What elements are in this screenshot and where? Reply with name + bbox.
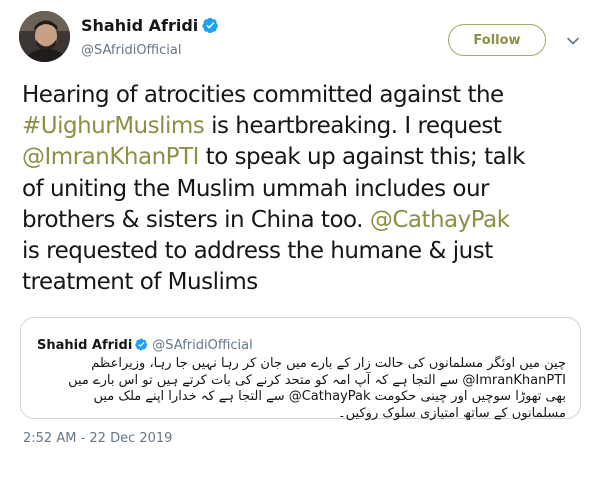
- tweet-line-7: treatment of Muslims: [22, 269, 258, 296]
- mention-link-imrankhanpti[interactable]: @ImranKhanPTI: [22, 144, 199, 170]
- quote-author-handle: @SAfridiOfficial: [152, 338, 253, 353]
- tweet-text: Hearing of atrocities committed against …: [22, 80, 592, 298]
- mention-link-cathaypak[interactable]: @CathayPak: [370, 207, 510, 233]
- quote-body-text: چین میں اوئگر مسلمانوں کی حالت زار کے با…: [68, 356, 566, 421]
- author-handle[interactable]: @SAfridiOfficial: [81, 43, 181, 58]
- quote-author-name: Shahid Afridi: [37, 338, 133, 353]
- avatar[interactable]: [19, 11, 70, 62]
- tweet-line-2: is heartbreaking. I request: [204, 113, 502, 140]
- tweet-timestamp[interactable]: 2:52 AM - 22 Dec 2019: [23, 431, 172, 446]
- follow-button[interactable]: Follow: [448, 24, 546, 56]
- verified-badge-icon: [135, 338, 148, 351]
- verified-badge-icon: [202, 17, 219, 34]
- avatar-photo: [19, 11, 70, 62]
- tweet-line-3: to speak up against this; talk: [198, 144, 526, 171]
- tweet-line-5: brothers & sisters in China too.: [22, 206, 370, 233]
- tweet-line-4: of uniting the Muslim ummah includes our: [22, 175, 489, 202]
- tweet-line-6: is requested to address the humane & jus…: [22, 238, 493, 265]
- quote-header: Shahid Afridi @SAfridiOfficial: [37, 338, 253, 353]
- quoted-tweet-card[interactable]: Shahid Afridi @SAfridiOfficial چین میں او…: [20, 317, 581, 421]
- hashtag-link[interactable]: #UighurMuslims: [22, 113, 205, 139]
- author-name[interactable]: Shahid Afridi: [81, 16, 198, 35]
- chevron-down-icon[interactable]: [566, 34, 580, 48]
- tweet-line-1: Hearing of atrocities committed against …: [22, 82, 504, 108]
- author-name-row[interactable]: Shahid Afridi: [81, 16, 219, 35]
